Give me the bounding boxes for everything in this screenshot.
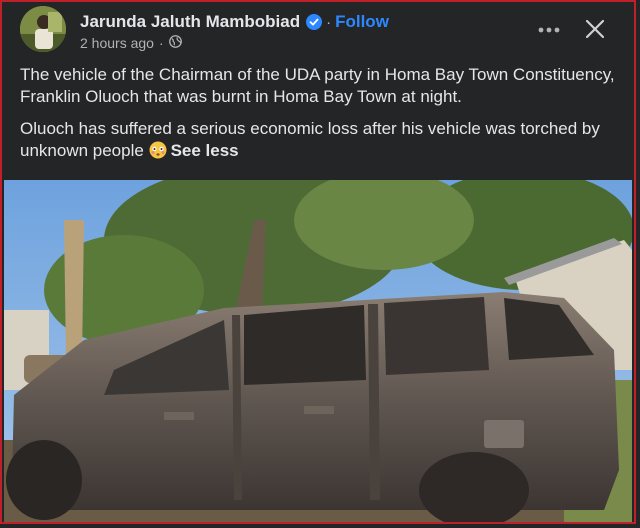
close-icon[interactable]	[580, 14, 610, 44]
see-less-link[interactable]: See less	[171, 141, 239, 160]
post-photo[interactable]	[4, 180, 632, 524]
post-paragraph-text: Oluoch has suffered a serious economic l…	[20, 119, 600, 160]
avatar[interactable]	[20, 6, 66, 52]
more-options-icon[interactable]	[535, 20, 563, 40]
author-row: Jarunda Jaluth Mambobiad · Follow	[80, 11, 389, 33]
post-header: Jarunda Jaluth Mambobiad · Follow 2 hour…	[20, 6, 620, 58]
verified-badge-icon	[306, 14, 323, 30]
burnt-vehicle-image	[4, 180, 632, 524]
flushed-face-emoji	[149, 141, 167, 165]
post-text: The vehicle of the Chairman of the UDA p…	[20, 64, 624, 175]
post-time[interactable]: 2 hours ago	[80, 35, 154, 51]
separator: ·	[326, 13, 332, 31]
follow-button[interactable]: Follow	[335, 12, 389, 32]
globe-icon[interactable]	[168, 35, 182, 51]
post-paragraph-2: Oluoch has suffered a serious economic l…	[20, 118, 624, 165]
post-paragraph: The vehicle of the Chairman of the UDA p…	[20, 65, 615, 106]
post-meta: 2 hours ago ·	[80, 35, 182, 51]
meta-separator: ·	[158, 35, 164, 51]
author-name[interactable]: Jarunda Jaluth Mambobiad	[80, 12, 300, 32]
